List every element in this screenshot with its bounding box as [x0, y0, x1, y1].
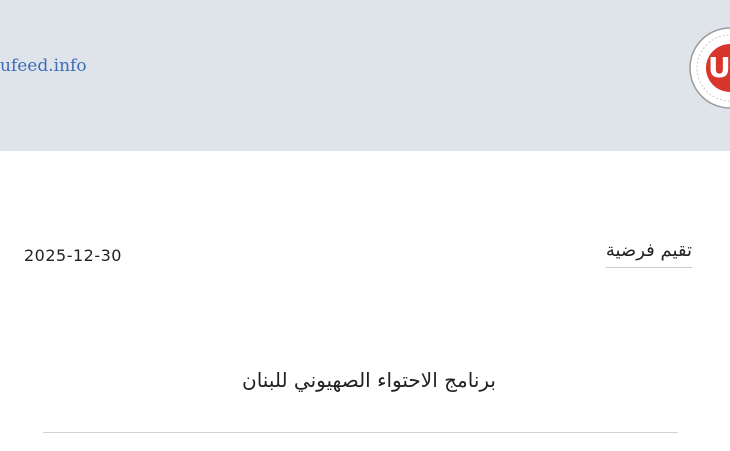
logo-letter: U [708, 51, 730, 84]
site-header: ufeed.info U [0, 0, 730, 151]
divider [43, 432, 678, 433]
article-date: 2025-12-30 [24, 246, 122, 265]
category-link[interactable]: تقيم فرضية [605, 240, 692, 268]
site-url-link[interactable]: ufeed.info [0, 56, 87, 76]
article-meta: 2025-12-30 تقيم فرضية [0, 230, 730, 290]
article-title: برنامج الاحتواء الصهيوني للبنان [0, 368, 730, 392]
logo-icon[interactable]: U [684, 20, 730, 120]
article-title-text: برنامج الاحتواء الصهيوني للبنان [242, 368, 496, 392]
